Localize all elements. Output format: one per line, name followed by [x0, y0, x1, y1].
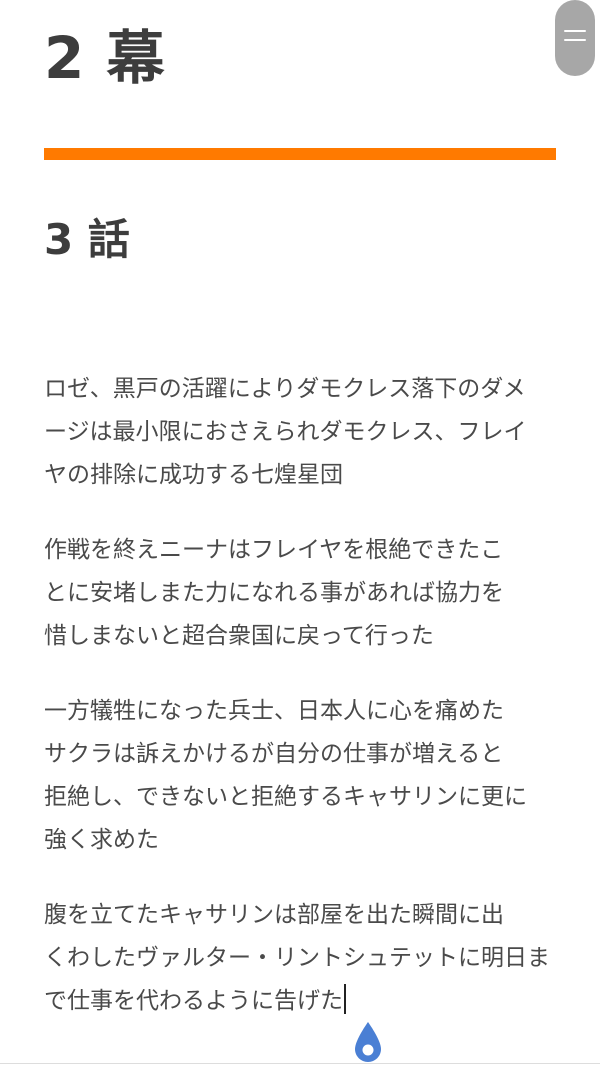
text-line-last: で仕事を代わるように告げた	[44, 980, 560, 1023]
paragraph-3: 一方犠牲になった兵士、日本人に心を痛めた サクラは訴えかけるが自分の仕事が増える…	[44, 690, 560, 862]
text-line: ヤの排除に成功する七煌星団	[44, 462, 343, 488]
text-line: ージは最小限におさえられダモクレス、フレイ	[44, 419, 527, 445]
orange-divider	[44, 148, 556, 160]
bottom-border	[0, 1063, 600, 1064]
paragraph-2: 作戦を終えニーナはフレイヤを根絶できたこ とに安堵しまた力になれる事があれば協力…	[44, 529, 560, 658]
menu-button[interactable]	[555, 0, 595, 76]
text-line: ロゼ、黒戸の活躍によりダモクレス落下のダメ	[44, 376, 526, 402]
text-line: くわしたヴァルター・リントシュテットに明日ま	[44, 945, 550, 971]
cursor-handle-icon[interactable]	[355, 1022, 381, 1062]
text-cursor	[344, 984, 346, 1014]
text-line: 拒絶し、できないと拒絶するキャサリンに更に	[44, 784, 527, 810]
paragraph-1: ロゼ、黒戸の活躍によりダモクレス落下のダメ ージは最小限におさえられダモクレス、…	[44, 368, 560, 497]
paragraph-4: 腹を立てたキャサリンは部屋を出た瞬間に出 くわしたヴァルター・リントシュテットに…	[44, 894, 560, 1023]
text-line: 一方犠牲になった兵士、日本人に心を痛めた	[44, 698, 504, 724]
hamburger-menu-icon	[564, 27, 586, 45]
text-line: とに安堵しまた力になれる事があれば協力を	[44, 580, 504, 606]
last-line-text: で仕事を代わるように告げた	[44, 988, 343, 1014]
text-line: 惜しまないと超合衆国に戻って行った	[44, 623, 434, 649]
text-line: 腹を立てたキャサリンは部屋を出た瞬間に出	[44, 902, 504, 928]
text-line: 強く求めた	[44, 827, 159, 853]
chapter-title: 2 幕	[44, 24, 166, 92]
episode-title: 3 話	[44, 215, 130, 264]
text-line: 作戦を終えニーナはフレイヤを根絶できたこ	[44, 537, 504, 563]
text-line: サクラは訴えかけるが自分の仕事が増えると	[44, 741, 504, 767]
story-text-area[interactable]: ロゼ、黒戸の活躍によりダモクレス落下のダメ ージは最小限におさえられダモクレス、…	[44, 368, 560, 1055]
